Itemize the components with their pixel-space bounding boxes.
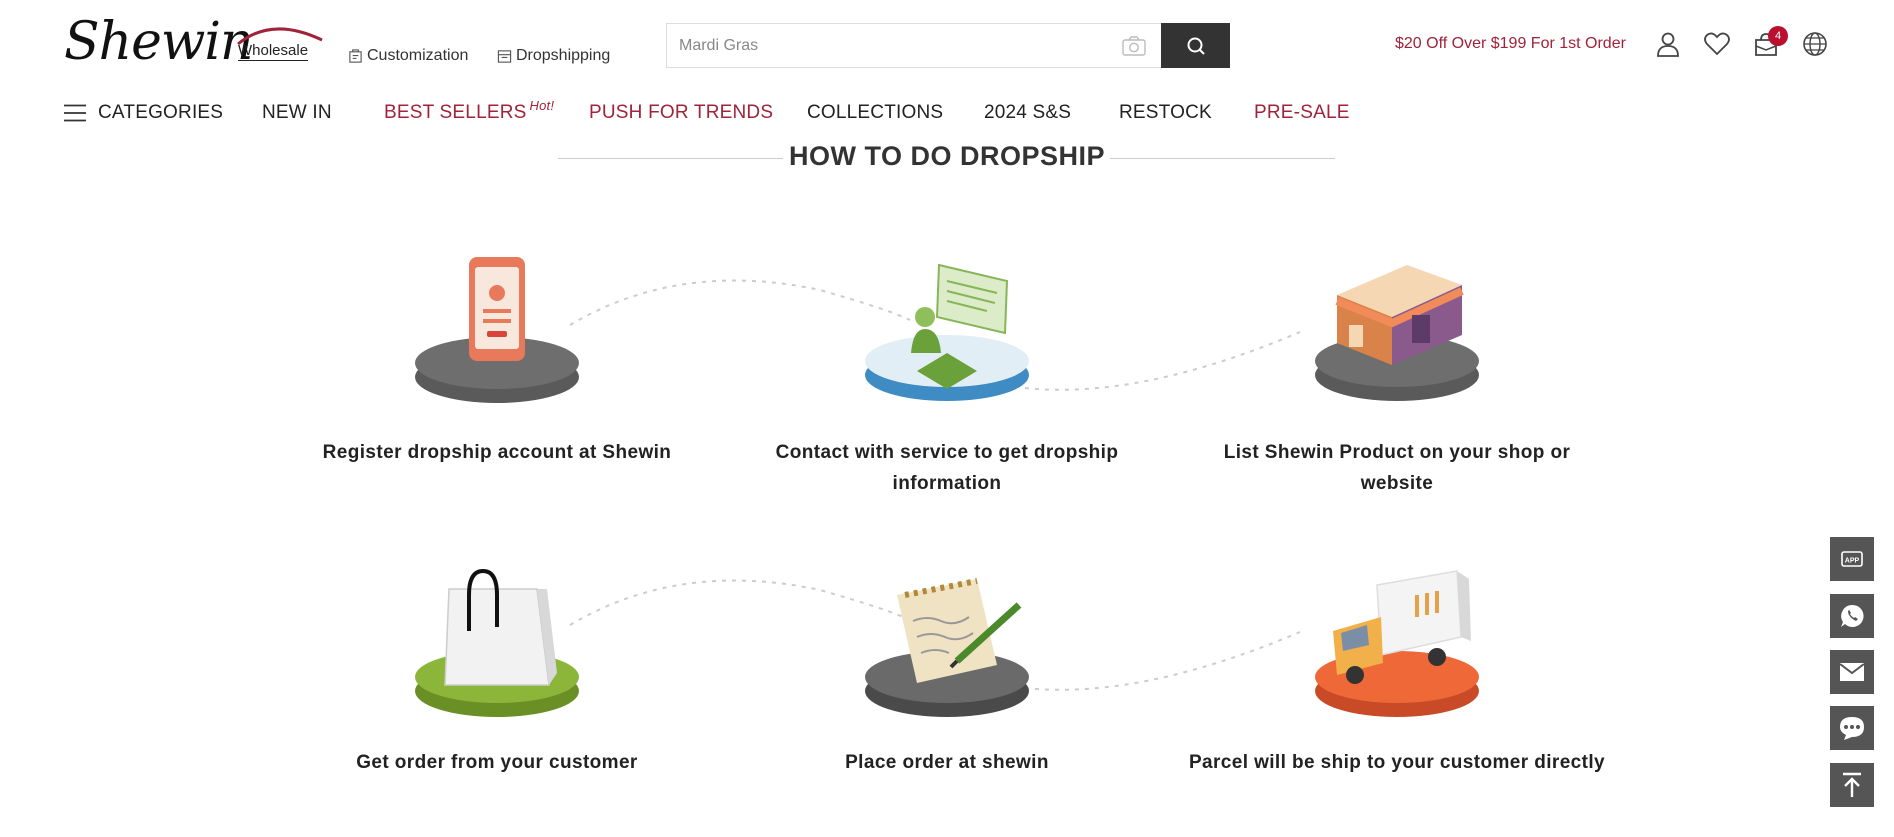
whatsapp-icon — [1841, 604, 1864, 627]
site-logo[interactable]: Shewin Wholesale — [64, 12, 324, 74]
hot-tag: Hot! — [529, 98, 555, 113]
chat-button[interactable] — [1830, 706, 1874, 750]
step-label: Parcel will be ship to your customer dir… — [1188, 752, 1606, 773]
site-header: Shewin Wholesale Customization Dropshipp… — [0, 0, 1894, 150]
nav-new-in[interactable]: NEW IN — [262, 100, 332, 126]
step-label: Get order from your customer — [356, 752, 638, 773]
customer-service-icon — [865, 263, 1029, 401]
nav-collections[interactable]: COLLECTIONS — [807, 100, 943, 126]
nav-push-for-trends[interactable]: PUSH FOR TRENDS — [589, 100, 773, 126]
logo-brand: Shewin — [64, 12, 254, 72]
dropshipping-label: Dropshipping — [516, 47, 611, 64]
customization-label: Customization — [367, 47, 469, 64]
nav-restock[interactable]: RESTOCK — [1119, 100, 1212, 126]
shop-store-icon — [1315, 265, 1479, 401]
nav-categories[interactable]: CATEGORIES — [98, 100, 223, 126]
camera-icon[interactable] — [1121, 34, 1147, 58]
back-to-top-icon — [1843, 772, 1861, 797]
search-button[interactable] — [1161, 23, 1230, 68]
search-input[interactable] — [667, 24, 1117, 67]
dropshipping-icon — [497, 49, 512, 63]
nav-2024-ss[interactable]: 2024 S&S — [984, 100, 1071, 126]
phone-register-icon — [415, 257, 579, 403]
email-icon — [1839, 663, 1865, 681]
whatsapp-button[interactable] — [1830, 594, 1874, 638]
wishlist-heart-icon[interactable] — [1703, 30, 1731, 58]
dropshipping-link[interactable]: Dropshipping — [497, 46, 610, 66]
step-label: Contact with service to get dropship inf… — [775, 442, 1119, 494]
search-bar — [666, 23, 1230, 68]
notepad-order-icon — [865, 578, 1029, 717]
back-to-top-button[interactable] — [1830, 763, 1874, 807]
language-globe-icon[interactable] — [1801, 30, 1829, 58]
account-icon[interactable] — [1654, 30, 1682, 58]
chat-icon — [1840, 717, 1864, 740]
nav-best-sellers[interactable]: BEST SELLERS Hot! — [384, 98, 555, 127]
connector-curve — [1024, 631, 1301, 691]
step-label: Place order at shewin — [845, 752, 1049, 773]
email-button[interactable] — [1830, 650, 1874, 694]
customization-icon — [349, 48, 362, 63]
section-title: HOW TO DO DROPSHIP — [788, 141, 1106, 171]
shopping-bag-icon — [415, 568, 579, 717]
customization-link[interactable]: Customization — [348, 46, 468, 66]
menu-hamburger-icon[interactable] — [64, 104, 86, 122]
promo-banner[interactable]: $20 Off Over $199 For 1st Order — [1395, 35, 1626, 53]
svg-text:APP: APP — [1845, 558, 1860, 565]
logo-sub: Wholesale — [238, 42, 309, 61]
cart-count-badge: 4 — [1768, 26, 1788, 46]
nav-best-sellers-label: BEST SELLERS — [384, 102, 527, 123]
connector-curve — [1024, 331, 1301, 391]
search-icon — [1187, 37, 1205, 55]
title-divider-right — [1110, 158, 1335, 159]
app-download-button[interactable]: APP — [1830, 537, 1874, 581]
step-label: Register dropship account at Shewin — [322, 442, 672, 463]
delivery-truck-icon — [1315, 570, 1479, 717]
nav-pre-sale[interactable]: PRE-SALE — [1254, 100, 1350, 126]
step-label: List Shewin Product on your shop or webs… — [1223, 442, 1571, 494]
app-icon: APP — [1841, 551, 1863, 567]
